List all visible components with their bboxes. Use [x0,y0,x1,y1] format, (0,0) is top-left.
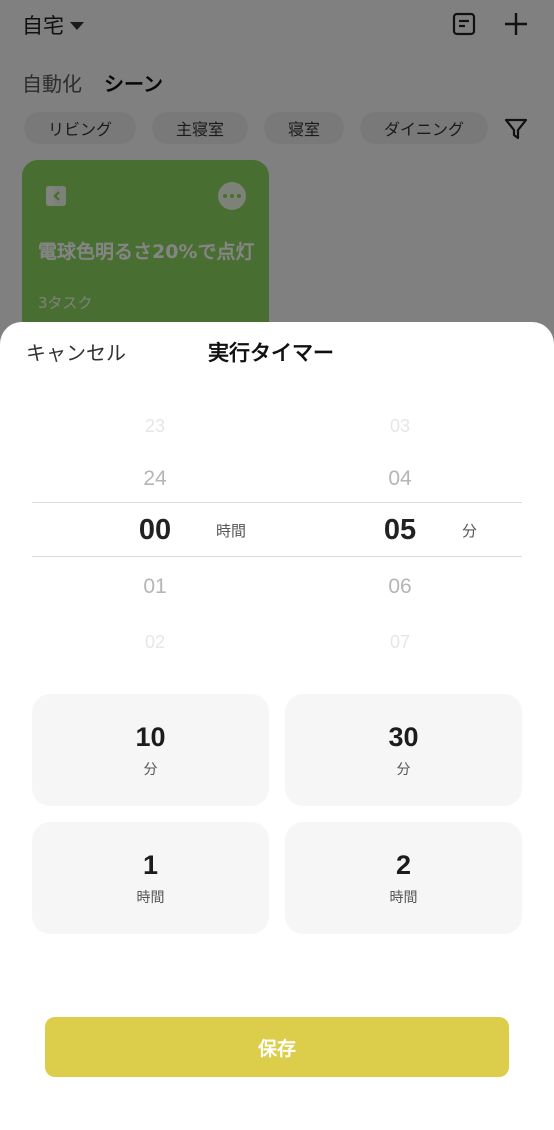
preset-value: 10 [135,721,166,752]
preset-unit: 時間 [136,889,165,906]
sheet-title: 実行タイマー [208,341,334,365]
hour-unit-label: 時間 [216,522,247,540]
minute-option[interactable]: 04 [340,467,460,491]
minute-selected[interactable]: 05 [340,514,460,547]
hour-selected[interactable]: 00 [95,514,215,547]
minute-option[interactable]: 03 [340,416,460,437]
hour-option[interactable]: 23 [95,416,215,437]
minute-wheel[interactable]: 03 04 05 06 07 [340,412,460,662]
preset-value: 1 [142,849,159,880]
preset-10-min-button[interactable]: 10 分 [32,694,269,806]
time-picker: 23 24 00 01 02 時間 03 04 05 06 07 分 [0,412,554,662]
preset-unit: 分 [143,761,158,778]
hour-option[interactable]: 01 [95,575,215,599]
preset-value: 30 [388,721,419,752]
hour-option[interactable]: 02 [95,632,215,653]
minute-option[interactable]: 06 [340,575,460,599]
minute-unit-label: 分 [462,522,478,540]
preset-30-min-button[interactable]: 30 分 [285,694,522,806]
save-button[interactable]: 保存 [45,1017,509,1077]
cancel-button[interactable]: キャンセル [26,337,126,366]
preset-unit: 時間 [389,889,418,906]
timer-sheet: キャンセル 実行タイマー 23 24 00 01 02 時間 03 04 05 … [0,322,554,1130]
preset-grid: 10 分 30 分 1 時間 2 時間 [32,694,522,934]
preset-value: 2 [395,849,412,880]
preset-unit: 分 [396,761,411,778]
hour-option[interactable]: 24 [95,467,215,491]
hour-wheel[interactable]: 23 24 00 01 02 [95,412,215,662]
preset-1-hour-button[interactable]: 1 時間 [32,822,269,934]
minute-option[interactable]: 07 [340,632,460,653]
preset-2-hour-button[interactable]: 2 時間 [285,822,522,934]
